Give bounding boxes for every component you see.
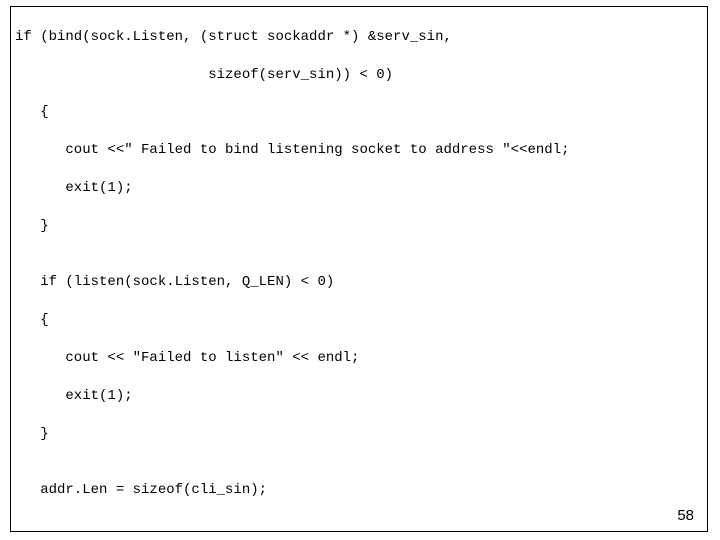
code-line: { (15, 103, 703, 122)
code-line: cout <<" Failed to bind listening socket… (15, 141, 703, 160)
code-box: if (bind(sock.Listen, (struct sockaddr *… (10, 6, 708, 532)
code-line: exit(1); (15, 179, 703, 198)
page-number: 58 (677, 507, 694, 524)
code-line: if (listen(sock.Listen, Q_LEN) < 0) (15, 273, 703, 292)
code-line: exit(1); (15, 387, 703, 406)
code-line: { (15, 311, 703, 330)
code-line: addr.Len = sizeof(cli_sin); (15, 481, 703, 500)
code-line: if (bind(sock.Listen, (struct sockaddr *… (15, 28, 703, 47)
code-line: } (15, 217, 703, 236)
code-line: } (15, 425, 703, 444)
code-line: sizeof(serv_sin)) < 0) (15, 66, 703, 85)
code-line: cout << "Failed to listen" << endl; (15, 349, 703, 368)
